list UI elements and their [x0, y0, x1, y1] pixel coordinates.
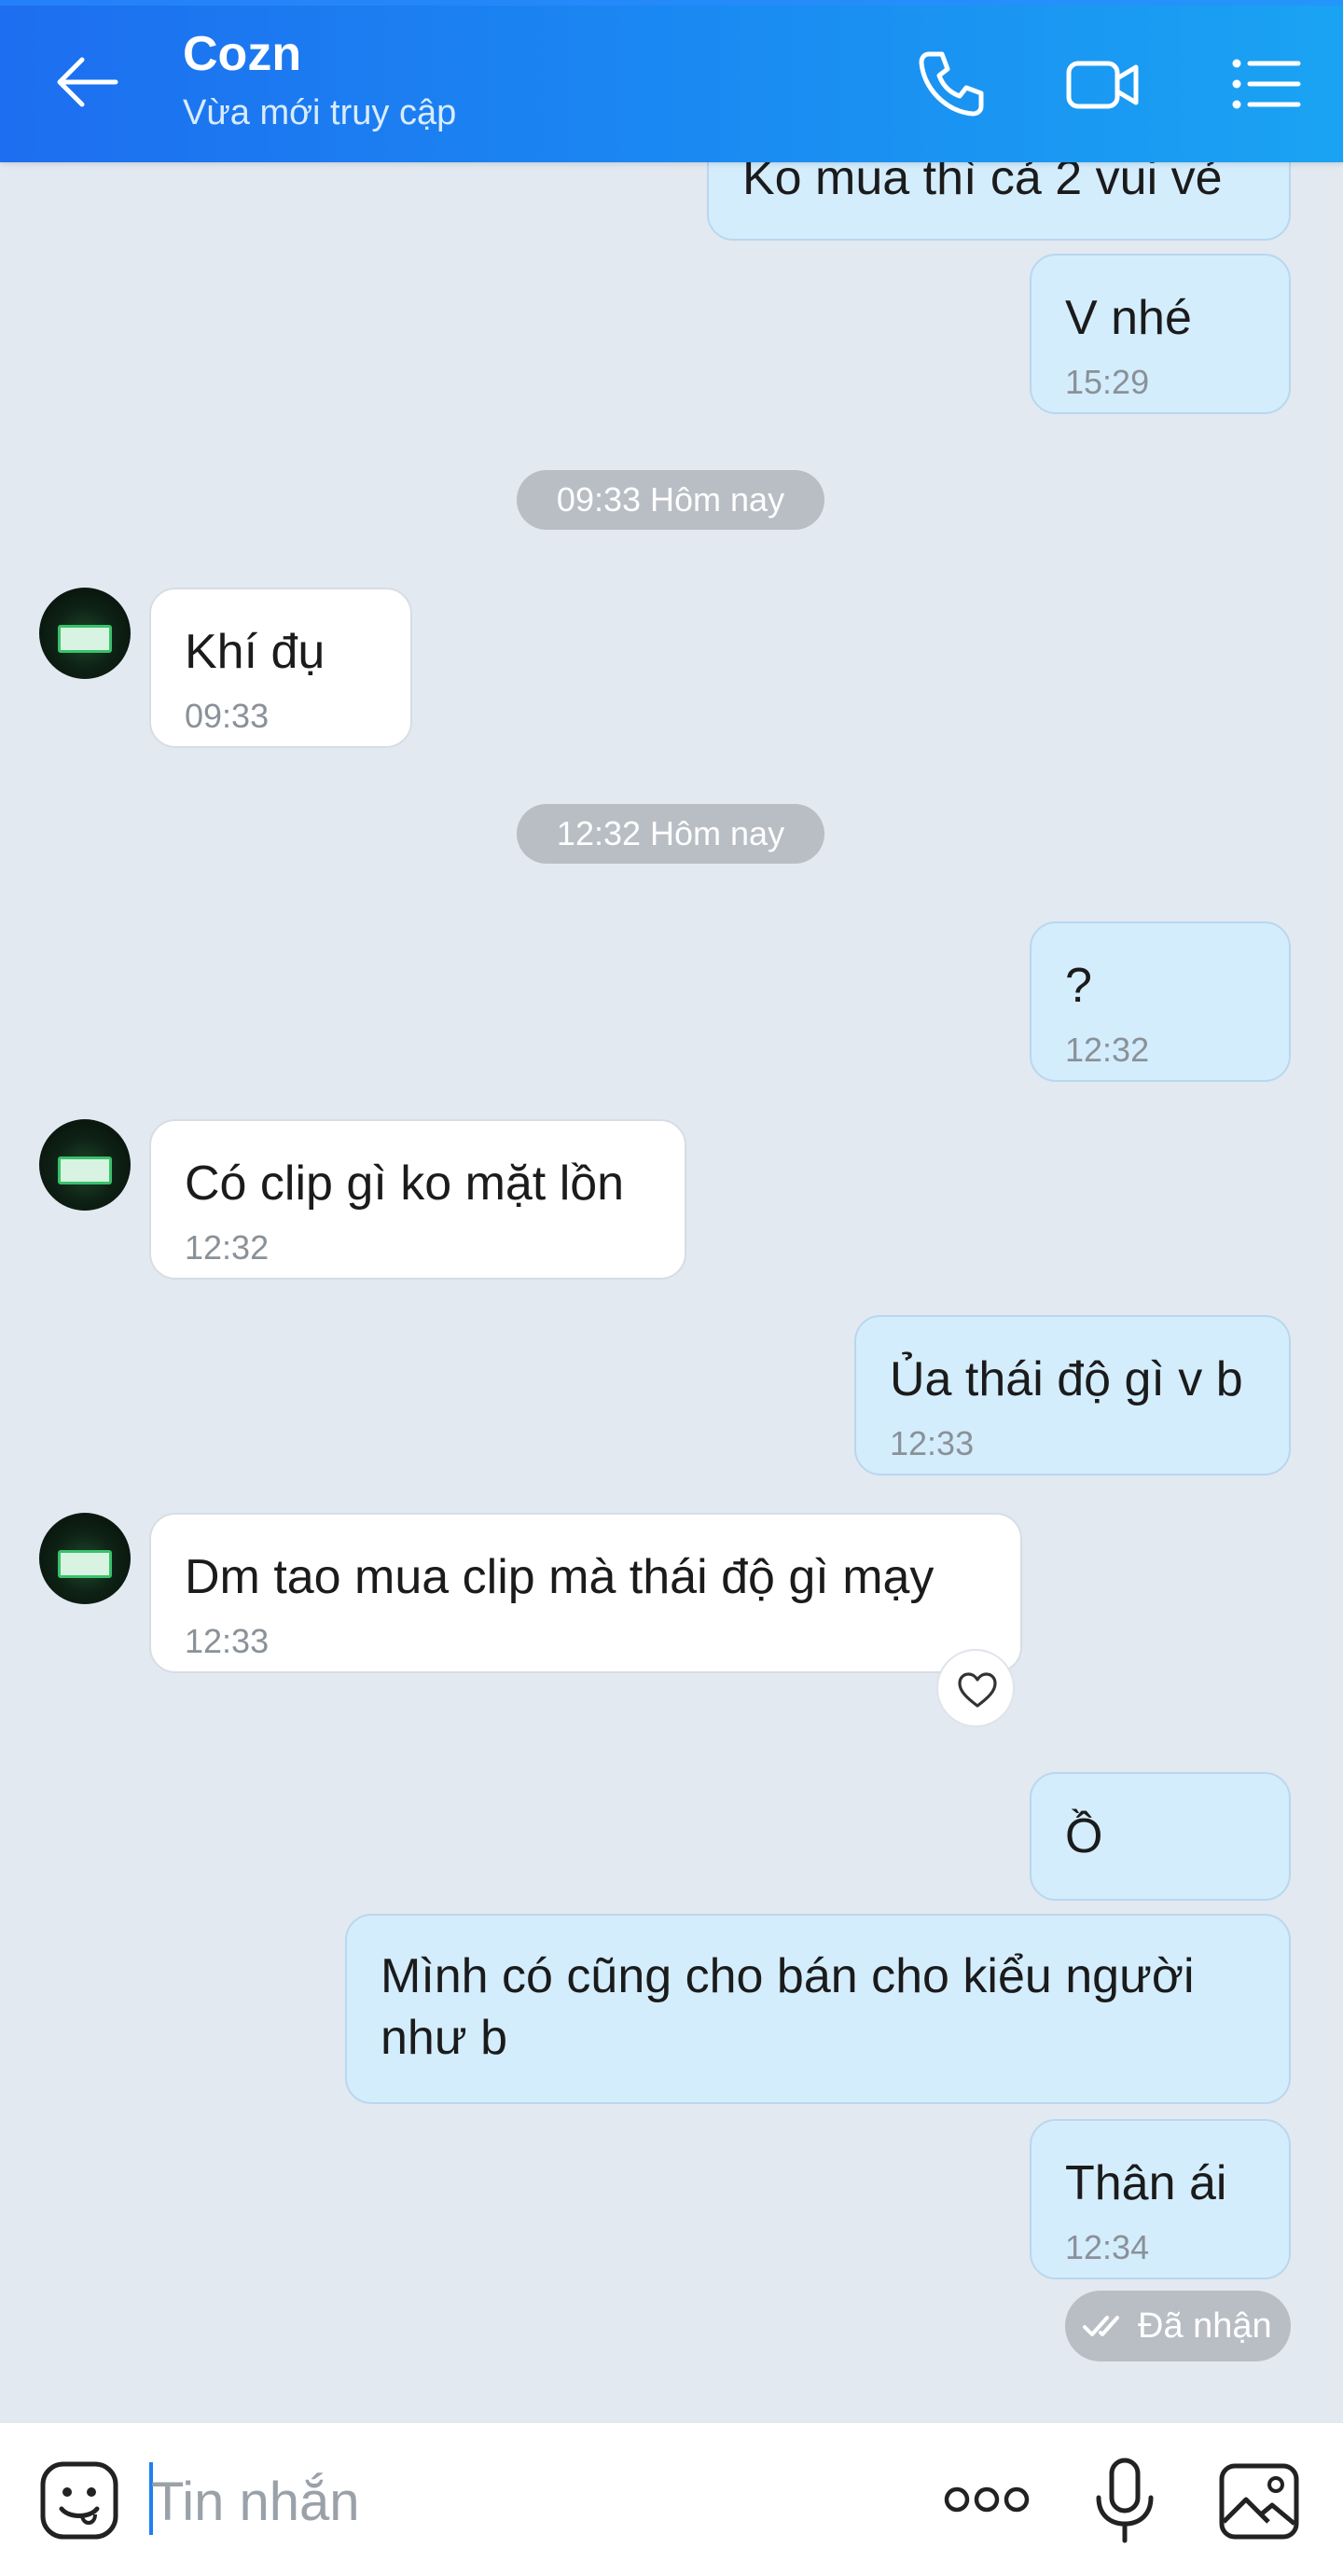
avatar[interactable] — [39, 1119, 131, 1211]
contact-name[interactable]: Cozn — [183, 26, 301, 82]
heart-icon — [958, 1672, 997, 1708]
message-time: 15:29 — [1065, 363, 1150, 401]
message-bubble-outgoing[interactable]: Ủa thái độ gì v b 12:33 — [854, 1315, 1291, 1475]
sticker-icon[interactable] — [39, 2460, 119, 2541]
phone-icon[interactable] — [912, 45, 990, 123]
message-text: Có clip gì ko mặt lồn — [185, 1156, 625, 1211]
message-text: V nhé — [1065, 291, 1192, 345]
message-bubble-incoming[interactable]: Dm tao mua clip mà thái độ gì mạy 12:33 — [149, 1513, 1022, 1673]
reaction-button[interactable] — [936, 1649, 1015, 1727]
message-time: 12:32 — [1065, 1031, 1150, 1069]
delivery-status-badge: Đã nhận — [1065, 2291, 1291, 2361]
message-bubble-incoming[interactable]: Có clip gì ko mặt lồn 12:32 — [149, 1119, 686, 1280]
message-text: Thân ái — [1065, 2156, 1227, 2210]
message-text: Ồ — [1065, 1809, 1103, 1863]
message-bubble-outgoing[interactable]: Mình có cũng cho bán cho kiểu người như … — [345, 1914, 1291, 2104]
message-time: 09:33 — [185, 697, 270, 735]
date-separator: 12:32 Hôm nay — [517, 804, 824, 864]
delivery-status-text: Đã nhận — [1138, 2306, 1272, 2346]
header-top-line — [0, 0, 1343, 6]
back-arrow-icon[interactable] — [54, 54, 119, 110]
composer-bar — [0, 2421, 1343, 2576]
chat-header: Cozn Vừa mới truy cập — [0, 0, 1343, 162]
contact-status: Vừa mới truy cập — [183, 93, 457, 132]
message-time: 12:32 — [185, 1228, 270, 1267]
message-bubble-incoming[interactable]: Khí đụ 09:33 — [149, 588, 412, 748]
double-check-icon — [1083, 2316, 1119, 2336]
message-text: Mình có cũng cho bán cho kiểu người như … — [381, 1949, 1195, 2065]
message-bubble-outgoing[interactable]: ? 12:32 — [1030, 921, 1291, 1082]
avatar[interactable] — [39, 1513, 131, 1604]
menu-list-icon[interactable] — [1227, 45, 1306, 123]
message-time: 12:33 — [890, 1424, 975, 1462]
message-text: Dm tao mua clip mà thái độ gì mạy — [185, 1550, 935, 1604]
video-call-icon[interactable] — [1063, 45, 1142, 123]
more-icon[interactable] — [942, 2479, 1031, 2520]
message-time: 12:33 — [185, 1622, 270, 1660]
avatar[interactable] — [39, 588, 131, 679]
message-text: Ủa thái độ gì v b — [890, 1352, 1243, 1406]
message-bubble-outgoing[interactable]: Ồ — [1030, 1772, 1291, 1901]
image-icon[interactable] — [1218, 2462, 1300, 2541]
microphone-icon[interactable] — [1091, 2457, 1158, 2546]
date-separator: 09:33 Hôm nay — [517, 470, 824, 530]
message-text: Khí đụ — [185, 625, 325, 679]
message-text: ? — [1065, 959, 1092, 1013]
message-time: 12:34 — [1065, 2228, 1150, 2266]
message-bubble-outgoing[interactable]: Thân ái 12:34 — [1030, 2119, 1291, 2279]
message-bubble-outgoing[interactable]: V nhé 15:29 — [1030, 254, 1291, 414]
message-input[interactable] — [151, 2464, 897, 2539]
